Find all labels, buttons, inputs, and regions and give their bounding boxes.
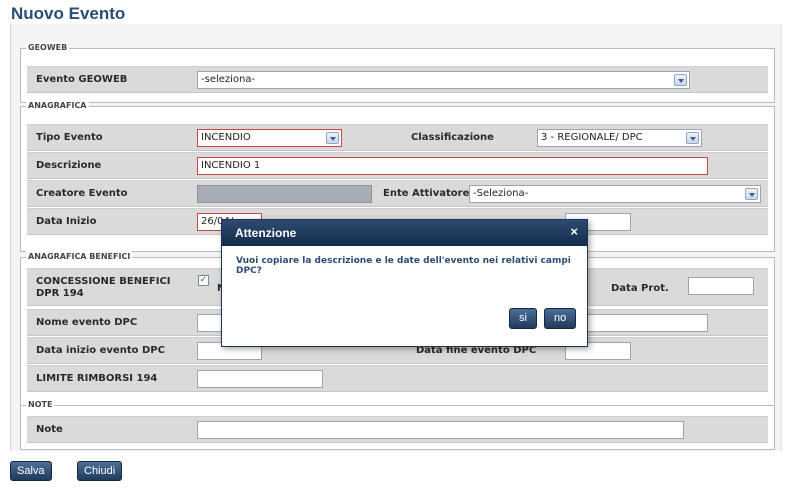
confirm-dialog: Attenzione × Vuoi copiare la descrizione…: [221, 219, 588, 347]
dialog-message: Vuoi copiare la descrizione e le date de…: [236, 256, 571, 276]
dialog-title: Attenzione: [235, 226, 297, 240]
no-button[interactable]: no: [544, 308, 577, 329]
dialog-header: Attenzione ×: [222, 220, 587, 246]
modal-overlay: Attenzione × Vuoi copiare la descrizione…: [0, 0, 785, 490]
close-icon[interactable]: ×: [570, 225, 578, 239]
yes-button[interactable]: si: [509, 308, 537, 329]
